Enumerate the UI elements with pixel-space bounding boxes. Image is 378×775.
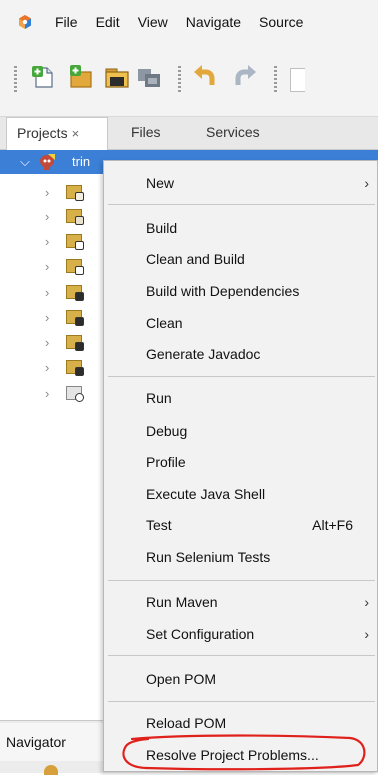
menu-item-profile[interactable]: Profile	[104, 447, 378, 477]
config-combo[interactable]	[290, 68, 305, 92]
chevron-right-icon[interactable]: ›	[45, 360, 49, 375]
explorer-tabs: Projects × Files Services	[0, 117, 378, 150]
menu-view[interactable]: View	[129, 14, 177, 30]
close-icon[interactable]: ×	[72, 126, 80, 141]
chevron-right-icon[interactable]: ›	[45, 234, 49, 249]
menu-item-execute-java-shell[interactable]: Execute Java Shell	[104, 479, 378, 509]
open-project-icon[interactable]	[104, 64, 130, 90]
chevron-down-icon[interactable]: ⌵	[20, 150, 30, 174]
toolbar-grip[interactable]	[14, 66, 17, 94]
chevron-right-icon: ›	[364, 626, 369, 642]
menu-item-label: Profile	[146, 454, 186, 470]
menu-separator	[108, 376, 375, 377]
redo-icon[interactable]	[232, 64, 258, 90]
tree-node-3[interactable]: ›	[0, 230, 110, 254]
menu-item-reload-pom[interactable]: Reload POM	[104, 708, 378, 738]
menu-item-label: Execute Java Shell	[146, 486, 266, 502]
test-package-icon	[66, 209, 84, 225]
menu-item-shortcut: Alt+F6	[312, 517, 353, 533]
menu-item-label: New	[146, 175, 175, 191]
menu-item-set-configuration[interactable]: Set Configuration ›	[104, 619, 378, 649]
new-project-icon[interactable]	[68, 64, 94, 90]
menu-bar: File Edit View Navigate Source	[0, 0, 378, 44]
dependencies-folder-icon	[66, 285, 84, 301]
toolbar-grip[interactable]	[178, 66, 181, 94]
chevron-right-icon[interactable]: ›	[45, 310, 49, 325]
menu-item-label: Clean and Build	[146, 251, 245, 267]
menu-item-build-with-dependencies[interactable]: Build with Dependencies	[104, 276, 378, 306]
navigator-node-icon	[44, 765, 58, 775]
menu-separator	[108, 204, 375, 205]
menu-item-label: Clean	[146, 315, 183, 331]
menu-item-build[interactable]: Build	[104, 213, 378, 243]
menu-navigate[interactable]: Navigate	[177, 14, 250, 30]
menu-item-run-maven[interactable]: Run Maven ›	[104, 587, 378, 617]
menu-item-run-selenium-tests[interactable]: Run Selenium Tests	[104, 542, 378, 572]
menu-separator	[108, 655, 375, 656]
menu-item-debug[interactable]: Debug	[104, 416, 378, 446]
menu-edit[interactable]: Edit	[87, 14, 129, 30]
menu-item-label: Set Configuration	[146, 626, 255, 642]
chevron-right-icon[interactable]: ›	[45, 386, 49, 401]
chevron-right-icon[interactable]: ›	[45, 335, 49, 350]
new-file-icon[interactable]	[30, 64, 56, 90]
menu-item-run[interactable]: Run	[104, 383, 378, 413]
source-package-icon	[66, 185, 84, 201]
toolbar	[0, 44, 378, 117]
chevron-right-icon[interactable]: ›	[45, 259, 49, 274]
menu-item-label: Generate Javadoc	[146, 346, 261, 362]
tree-node-1[interactable]: ›	[0, 181, 110, 205]
menu-item-label: Debug	[146, 423, 188, 439]
menu-item-label: Resolve Project Problems...	[146, 747, 319, 763]
chevron-right-icon[interactable]: ›	[45, 285, 49, 300]
undo-icon[interactable]	[192, 64, 218, 90]
menu-item-label: Build with Dependencies	[146, 283, 300, 299]
menu-item-label: Open POM	[146, 671, 217, 687]
menu-item-label: Run	[146, 390, 172, 406]
tree-node-2[interactable]: ›	[0, 205, 110, 229]
menu-item-clean-and-build[interactable]: Clean and Build	[104, 244, 378, 274]
menu-item-generate-javadoc[interactable]: Generate Javadoc	[104, 339, 378, 369]
tree-root-label: trin	[72, 154, 91, 169]
menu-separator	[108, 701, 375, 702]
tree-node-7[interactable]: ›	[0, 331, 110, 355]
menu-item-test[interactable]: Test Alt+F6	[104, 510, 378, 540]
menu-item-new[interactable]: New ›	[104, 168, 378, 198]
tree-node-5[interactable]: ›	[0, 281, 110, 305]
chevron-right-icon[interactable]: ›	[45, 209, 49, 224]
chevron-right-icon: ›	[364, 594, 369, 610]
tab-files[interactable]: Files	[131, 117, 161, 149]
chevron-right-icon: ›	[364, 175, 369, 191]
context-menu: New › Build Clean and Build Build with D…	[103, 160, 378, 772]
tab-projects[interactable]: Projects ×	[6, 117, 108, 150]
tree-node-9[interactable]: ›	[0, 382, 110, 406]
tree-node-4[interactable]: ›	[0, 255, 110, 279]
menu-item-label: Build	[146, 220, 178, 236]
menu-separator	[108, 580, 375, 581]
project-files-folder-icon	[66, 386, 84, 402]
menu-source[interactable]: Source	[250, 14, 312, 30]
tab-projects-label: Projects	[17, 125, 68, 141]
toolbar-grip[interactable]	[274, 66, 277, 94]
menu-item-resolve-project-problems[interactable]: Resolve Project Problems...	[104, 740, 378, 770]
menu-item-clean[interactable]: Clean	[104, 308, 378, 338]
menu-item-label: Test	[146, 517, 172, 533]
menu-item-label: Reload POM	[146, 715, 227, 731]
tree-node-6[interactable]: ›	[0, 306, 110, 330]
maven-project-icon	[38, 153, 56, 171]
tab-services[interactable]: Services	[206, 117, 260, 149]
chevron-right-icon[interactable]: ›	[45, 185, 49, 200]
runtime-dependencies-folder-icon	[66, 310, 84, 326]
test-dependencies-folder-icon	[66, 335, 84, 351]
java-dependencies-folder-icon	[66, 360, 84, 376]
menu-item-label: Run Selenium Tests	[146, 549, 271, 565]
test-resources-folder-icon	[66, 259, 84, 275]
menu-item-label: Run Maven	[146, 594, 218, 610]
menu-item-open-pom[interactable]: Open POM	[104, 664, 378, 694]
resources-folder-icon	[66, 234, 84, 250]
close-project-icon[interactable]	[136, 64, 162, 90]
tree-node-8[interactable]: ›	[0, 356, 110, 380]
netbeans-logo-icon	[18, 15, 32, 29]
menu-file[interactable]: File	[46, 14, 87, 30]
